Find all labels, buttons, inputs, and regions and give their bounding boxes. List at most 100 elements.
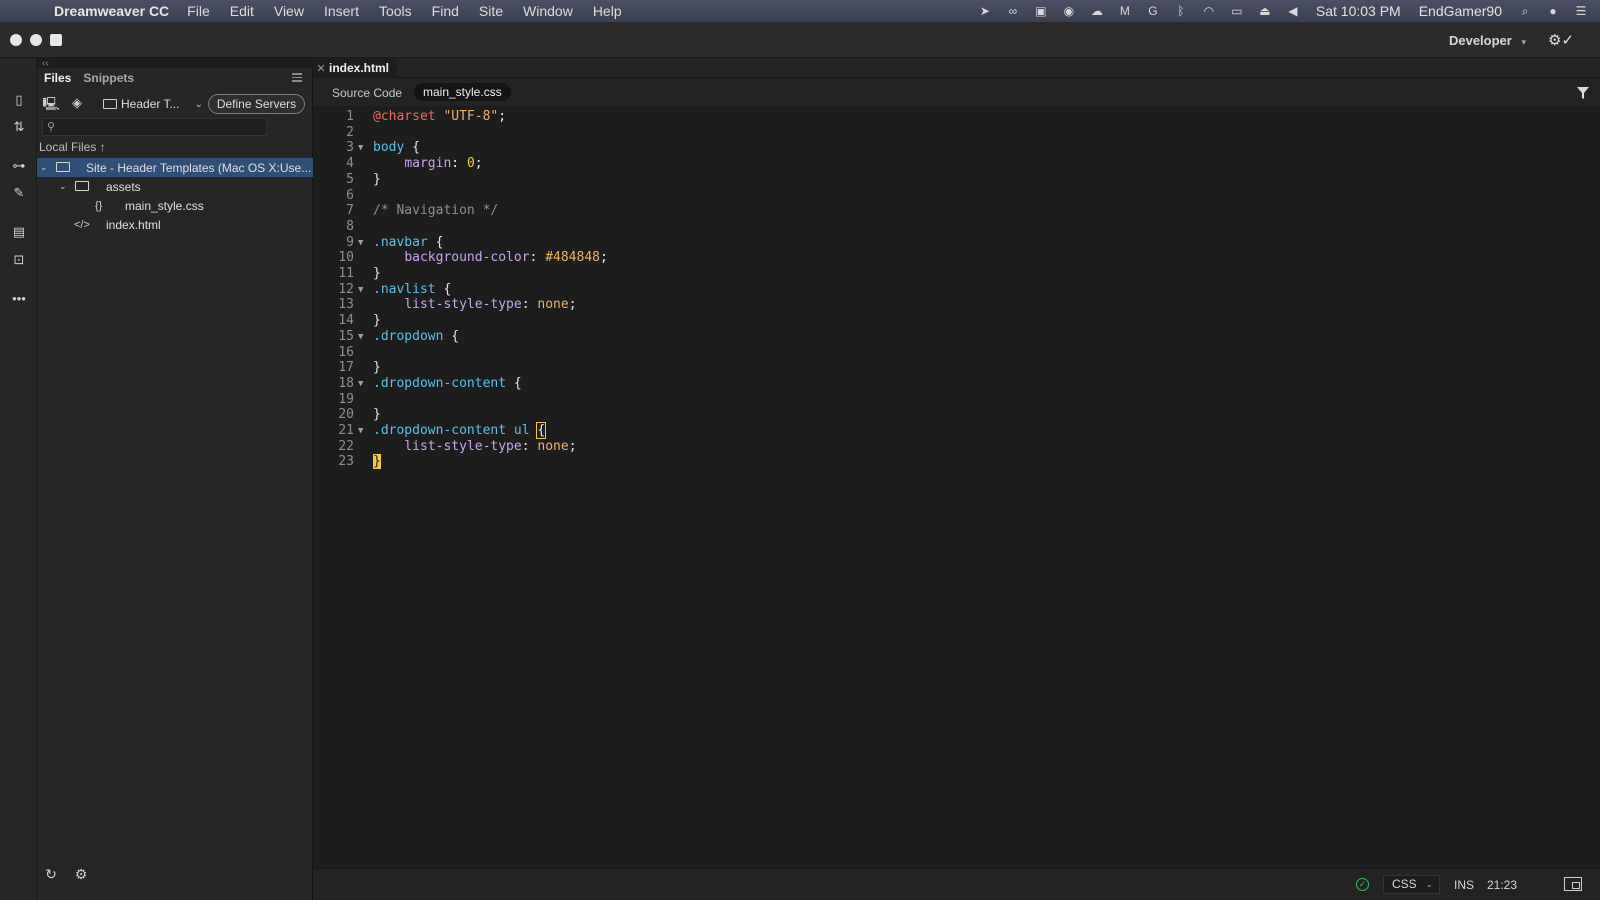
screen-capture-icon[interactable]: ▣ <box>1032 4 1050 18</box>
code-line[interactable]: 18 ▼ .dropdown-content { <box>318 376 1318 392</box>
sync-settings-icon[interactable]: ⚙✓ <box>1548 31 1588 49</box>
transfer-icon[interactable]: ⇅ <box>9 118 29 136</box>
window-fullscreen-button[interactable] <box>50 34 62 46</box>
code-line[interactable]: 11} <box>318 266 1318 282</box>
code-line[interactable]: 1 @charset "UTF-8"; <box>318 109 1318 125</box>
sync-icon[interactable]: ◉ <box>1060 4 1078 18</box>
tab-files[interactable]: Files <box>44 71 71 85</box>
code-line[interactable]: 8 <box>318 219 1318 235</box>
menu-find[interactable]: Find <box>432 3 459 19</box>
refresh-icon[interactable]: ↻ <box>42 866 60 884</box>
code-line[interactable]: 14} <box>318 313 1318 329</box>
airplay-icon[interactable]: ▭ <box>1228 4 1246 18</box>
code-line[interactable]: 19 <box>318 392 1318 408</box>
connect-server-icon[interactable]: 🖳 <box>42 95 60 113</box>
define-servers-button[interactable]: Define Servers <box>208 94 305 114</box>
menu-tools[interactable]: Tools <box>379 3 412 19</box>
cloud-upload-icon[interactable]: ☁ <box>1088 4 1106 18</box>
fold-toggle-icon[interactable]: ▼ <box>358 235 363 251</box>
site-select[interactable]: Header T... ⌄ <box>103 95 203 113</box>
code-line[interactable]: 4 margin: 0; <box>318 156 1318 172</box>
tree-row-html[interactable]: </> index.html <box>37 215 313 234</box>
spotlight-search-icon[interactable]: ⌕ <box>1516 4 1534 18</box>
siri-icon[interactable]: ● <box>1544 4 1562 18</box>
line-number: 6 <box>346 187 354 203</box>
css-designer-icon[interactable]: ✎ <box>9 184 29 202</box>
more-icon[interactable]: ••• <box>9 290 29 308</box>
app-menu[interactable]: Dreamweaver CC <box>54 3 169 19</box>
menu-window[interactable]: Window <box>523 3 573 19</box>
fold-toggle-icon[interactable]: ▼ <box>358 329 363 345</box>
close-icon[interactable]: ✕ <box>313 62 329 75</box>
code-line[interactable]: 21 ▼ .dropdown-content ul { <box>318 422 1318 439</box>
status-bar: ✓ CSS ⌄ INS 21:23 <box>313 868 1600 900</box>
send-icon[interactable]: ➤ <box>976 4 994 18</box>
related-source-code[interactable]: Source Code <box>332 86 402 100</box>
code-line[interactable]: 6 <box>318 188 1318 204</box>
filter-icon[interactable] <box>1576 86 1590 100</box>
mail-icon[interactable]: M <box>1116 4 1134 18</box>
code-line[interactable]: 5} <box>318 172 1318 188</box>
code-line[interactable]: 20} <box>318 407 1318 423</box>
document-type-select[interactable]: CSS ⌄ <box>1383 875 1440 894</box>
tab-snippets[interactable]: Snippets <box>83 71 134 85</box>
creative-cloud-icon[interactable]: ∞ <box>1004 4 1022 18</box>
panel-menu-icon[interactable] <box>292 73 302 82</box>
local-files-header[interactable]: Local Files ↑ <box>39 140 106 154</box>
insert-mode-indicator[interactable]: INS <box>1454 878 1474 892</box>
server-settings-icon[interactable]: ⚙ <box>72 866 90 884</box>
code-line[interactable]: 23} <box>318 454 1318 470</box>
insert-icon[interactable]: ⊶ <box>9 157 29 175</box>
comments-icon[interactable]: ▤ <box>9 223 29 241</box>
menubar-clock[interactable]: Sat 10:03 PM <box>1316 3 1401 19</box>
code-line[interactable]: 2 <box>318 125 1318 141</box>
code-line[interactable]: 10 background-color: #484848; <box>318 250 1318 266</box>
code-line[interactable]: 17} <box>318 360 1318 376</box>
code-editor[interactable]: 1 @charset "UTF-8"; 2 3 ▼ body {4 margin: 0; 5… <box>318 106 1600 868</box>
code-line[interactable]: 7 /* Navigation */ <box>318 203 1318 219</box>
chevron-down-icon[interactable]: ⌄ <box>59 181 67 192</box>
assets-icon[interactable]: ⊡ <box>9 251 29 269</box>
code-line[interactable]: 13 list-style-type: none; <box>318 297 1318 313</box>
fold-toggle-icon[interactable]: ▼ <box>358 140 363 156</box>
document-tab-index[interactable]: ✕ index.html <box>313 58 397 78</box>
bluetooth-icon[interactable]: ᛒ <box>1172 4 1190 18</box>
menu-insert[interactable]: Insert <box>324 3 359 19</box>
new-document-icon[interactable]: ▯ <box>9 91 29 109</box>
code-line[interactable]: 3 ▼ body { <box>318 140 1318 156</box>
code-line[interactable]: 9 ▼ .navbar { <box>318 235 1318 251</box>
eject-icon[interactable]: ⏏ <box>1256 4 1274 18</box>
menu-site[interactable]: Site <box>479 3 503 19</box>
code-line[interactable]: 16 <box>318 345 1318 361</box>
code-line[interactable]: 12 ▼ .navlist { <box>318 282 1318 298</box>
window-close-button[interactable] <box>10 34 22 46</box>
files-search-input[interactable] <box>63 119 263 135</box>
wifi-icon[interactable]: ◠ <box>1200 4 1218 18</box>
tree-row-site[interactable]: ⌄ Site - Header Templates (Mac OS X:Use.… <box>37 158 313 177</box>
workspace-switcher[interactable]: Developer ▾ <box>1449 33 1526 48</box>
tree-label-html: index.html <box>106 217 161 232</box>
volume-icon[interactable]: ◀ <box>1284 4 1302 18</box>
menu-file[interactable]: File <box>187 3 210 19</box>
menu-help[interactable]: Help <box>593 3 622 19</box>
code-line[interactable]: 22 list-style-type: none; <box>318 439 1318 455</box>
tree-row-assets[interactable]: ⌄ assets <box>37 177 313 196</box>
related-file-css[interactable]: main_style.css <box>414 83 511 101</box>
menu-edit[interactable]: Edit <box>230 3 254 19</box>
window-minimize-button[interactable] <box>30 34 42 46</box>
google-icon[interactable]: G <box>1144 4 1162 18</box>
linting-ok-icon[interactable]: ✓ <box>1356 878 1369 891</box>
chevron-down-icon[interactable]: ⌄ <box>40 162 48 173</box>
code-line[interactable]: 15 ▼ .dropdown { <box>318 329 1318 345</box>
fold-toggle-icon[interactable]: ▼ <box>358 282 363 298</box>
git-icon[interactable]: ◈ <box>68 95 86 113</box>
code-token: : <box>451 156 467 172</box>
fold-toggle-icon[interactable]: ▼ <box>358 376 363 392</box>
real-time-preview-icon[interactable] <box>1564 877 1582 891</box>
tree-row-css[interactable]: {} main_style.css <box>37 196 313 215</box>
menubar-user[interactable]: EndGamer90 <box>1419 3 1502 19</box>
fold-toggle-icon[interactable]: ▼ <box>358 423 363 439</box>
notification-center-icon[interactable]: ☰ <box>1572 4 1590 18</box>
cursor-position[interactable]: 21:23 <box>1487 878 1517 892</box>
menu-view[interactable]: View <box>274 3 304 19</box>
